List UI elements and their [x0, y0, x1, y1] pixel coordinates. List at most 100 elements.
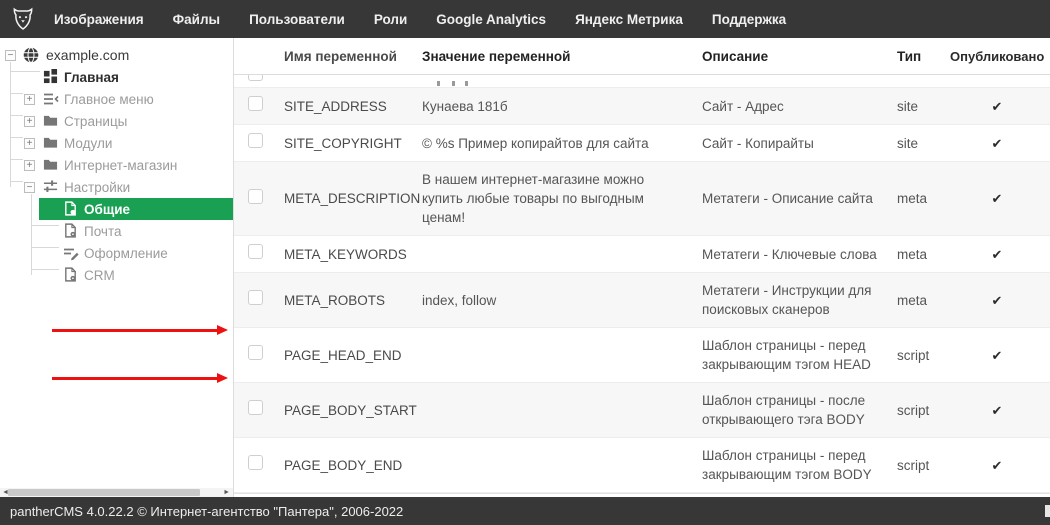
table-row[interactable]: META_DESCRIPTIONВ нашем интернет-магазин… [234, 162, 1050, 236]
published-check-icon: ✔ [950, 89, 1044, 124]
nav-item-файлы[interactable]: Файлы [173, 12, 220, 27]
main-area: − example.com Главная + Главное меню + Страниц… [0, 38, 1050, 497]
column-header-published: Опубликовано [950, 39, 1044, 74]
variable-name: PAGE_BODY_START [284, 393, 422, 428]
nav-item-поддержка[interactable]: Поддержка [712, 12, 786, 27]
nav-item-роли[interactable]: Роли [374, 12, 407, 27]
variable-type: script [897, 393, 950, 428]
arrow-head-icon [217, 325, 228, 335]
menu-collapse-icon [43, 91, 59, 107]
row-checkbox[interactable] [248, 455, 263, 470]
variable-value: index, follow [422, 283, 702, 318]
dashboard-icon [43, 69, 59, 85]
variable-description: Шаблон страницы - перед закрывающим тэго… [702, 438, 897, 492]
sidebar-item-главная[interactable]: Главная [0, 66, 233, 88]
scrollbar-thumb[interactable] [8, 489, 200, 496]
nav-item-изображения[interactable]: Изображения [54, 12, 144, 27]
collapse-icon[interactable]: − [5, 50, 16, 61]
clipped-text-fragment [465, 81, 468, 86]
statusbar: pantherCMS 4.0.22.2 © Интернет-агентство… [0, 497, 1050, 525]
annotation-arrow-2 [52, 373, 228, 383]
variable-description: Метатеги - Ключевые слова [702, 237, 897, 272]
sidebar-item-страницы[interactable]: + Страницы [0, 110, 233, 132]
sidebar-item-example-com[interactable]: − example.com [0, 44, 233, 66]
arrow-head-icon [217, 373, 228, 383]
expand-icon[interactable]: + [24, 116, 35, 127]
sidebar-item-настройки[interactable]: −Настройки [0, 176, 233, 198]
folder-icon [43, 157, 59, 173]
sidebar-item-label: example.com [46, 47, 129, 63]
row-checkbox[interactable] [248, 400, 263, 415]
table-row[interactable]: SITE_ADDRESSКунаева 181бСайт - Адресsite… [234, 88, 1050, 125]
topbar-nav: Изображения Файлы Пользователи Роли Google A… [54, 12, 786, 27]
column-header-name: Имя переменной [284, 39, 422, 74]
arrow-shaft [52, 377, 219, 380]
sidebar-item-label: Главное меню [64, 92, 154, 107]
published-check-icon: ✔ [950, 393, 1044, 428]
table-row[interactable]: META_ROBOTSindex, followМетатеги - Инстр… [234, 273, 1050, 328]
arrow-shaft [52, 329, 219, 332]
doc-gear-icon [63, 201, 79, 217]
nav-item-яндекс-метрика[interactable]: Яндекс Метрика [575, 12, 683, 27]
row-checkbox[interactable] [248, 75, 263, 81]
table-row[interactable]: PAGE_BODY_ENDШаблон страницы - перед зак… [234, 438, 1050, 493]
row-checkbox[interactable] [248, 290, 263, 305]
column-header-value: Значение переменной [422, 39, 702, 74]
folder-icon [43, 113, 59, 129]
sliders-icon [43, 179, 59, 195]
scroll-right-icon[interactable]: ► [223, 488, 230, 497]
row-checkbox[interactable] [248, 96, 263, 111]
sidebar-item-главное-меню[interactable]: + Главное меню [0, 88, 233, 110]
table-row[interactable]: SITE_COPYRIGHT© %s Пример копирайтов для… [234, 125, 1050, 162]
app-window: Изображения Файлы Пользователи Роли Google A… [0, 0, 1050, 525]
sidebar-item-почта[interactable]: Почта [0, 220, 233, 242]
statusbar-edge-fragment [1045, 505, 1050, 517]
column-header-type: Тип [897, 39, 950, 74]
clipped-text-fragment [452, 81, 455, 86]
row-checkbox[interactable] [248, 345, 263, 360]
folder-icon [43, 135, 59, 151]
sidebar-item-label: Почта [84, 224, 122, 239]
table-header: Имя переменной Значение переменной Описа… [234, 38, 1050, 75]
sidebar-item-интернет-магазин[interactable]: + Интернет-магазин [0, 154, 233, 176]
table-row[interactable]: META_KEYWORDSМетатеги - Ключевые словаme… [234, 236, 1050, 273]
sidebar-item-общие[interactable]: Общие [39, 198, 233, 220]
sidebar-item-label: Интернет-магазин [64, 158, 177, 173]
table-body: SITE_ADDRESSКунаева 181бСайт - Адресsite… [234, 88, 1050, 493]
nav-item-пользователи[interactable]: Пользователи [249, 12, 345, 27]
nav-item-google-analytics[interactable]: Google Analytics [436, 12, 546, 27]
sidebar-horizontal-scrollbar[interactable]: ◄ ► [0, 488, 233, 497]
sidebar-item-label: Страницы [64, 114, 127, 129]
content-area: Имя переменной Значение переменной Описа… [234, 38, 1050, 497]
sidebar-item-оформление[interactable]: Оформление [0, 242, 233, 264]
variable-value: Кунаева 181б [422, 89, 702, 124]
published-check-icon: ✔ [950, 181, 1044, 216]
row-checkbox[interactable] [248, 189, 263, 204]
row-checkbox-cell [234, 392, 284, 428]
collapse-icon[interactable]: − [24, 182, 35, 193]
variable-description: Сайт - Адрес [702, 89, 897, 124]
expand-icon[interactable]: + [24, 94, 35, 105]
sidebar-item-label: Главная [64, 70, 119, 85]
table-row[interactable]: PAGE_BODY_STARTШаблон страницы - после о… [234, 383, 1050, 438]
variable-name: SITE_COPYRIGHT [284, 126, 422, 161]
variable-value [422, 246, 702, 262]
published-check-icon: ✔ [950, 126, 1044, 161]
globe-icon [23, 47, 39, 63]
row-checkbox[interactable] [248, 244, 263, 259]
annotation-arrow-1 [52, 325, 228, 335]
expand-icon[interactable]: + [24, 160, 35, 171]
variable-type: script [897, 448, 950, 483]
partial-scrolled-row [234, 75, 1050, 88]
sidebar-item-label: Модули [64, 136, 112, 151]
variable-description: Метатеги - Описание сайта [702, 181, 897, 216]
sidebar-item-модули[interactable]: + Модули [0, 132, 233, 154]
panther-logo-icon[interactable] [10, 6, 36, 32]
expand-icon[interactable]: + [24, 138, 35, 149]
row-checkbox-cell [234, 337, 284, 373]
published-check-icon: ✔ [950, 237, 1044, 272]
variable-value: В нашем интернет-магазине можно купить л… [422, 162, 702, 235]
sidebar-item-crm[interactable]: CRM [0, 264, 233, 286]
table-row[interactable]: PAGE_HEAD_ENDШаблон страницы - перед зак… [234, 328, 1050, 383]
row-checkbox[interactable] [248, 133, 263, 148]
